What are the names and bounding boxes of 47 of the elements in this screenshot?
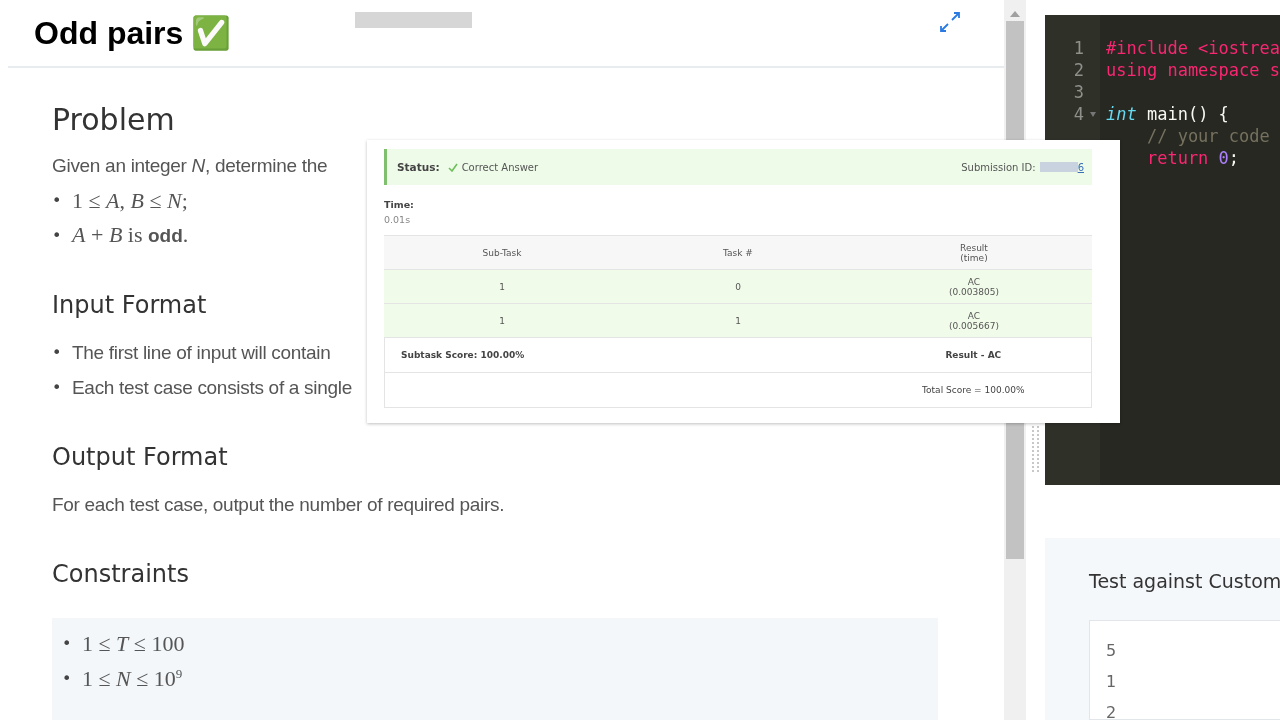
column-header: Task # <box>620 235 856 270</box>
status-text: Correct Answer <box>461 161 539 173</box>
total-score: Total Score = 100.00% <box>922 385 1025 395</box>
table-cell: AC (0.005667) <box>856 303 1092 338</box>
bullet-marker: • <box>62 669 72 688</box>
code-line: int main() { <box>1106 104 1229 124</box>
status-label: Status: <box>397 161 440 173</box>
section-heading: Problem <box>52 102 175 138</box>
bullet-marker: • <box>52 343 62 362</box>
table-cell: 1 <box>384 303 620 338</box>
section-heading: Input Format <box>52 290 207 321</box>
bullet-marker: • <box>62 634 72 653</box>
column-header: Sub-Task <box>384 235 620 270</box>
line-number: 3 <box>1073 82 1084 102</box>
subtask-score: Subtask Score: 100.00% <box>401 350 525 360</box>
submission-label: Submission ID: <box>961 161 1036 173</box>
panel-heading: Test against Custom <box>1089 570 1280 592</box>
list-item: Each test case consists of a single <box>72 375 352 400</box>
time-label: Time: <box>384 199 414 210</box>
list-item: The first line of input will contain <box>72 340 331 365</box>
bullet-marker: • <box>52 226 62 245</box>
table-cell: AC (0.003805) <box>856 269 1092 304</box>
list-item: 1 ≤ N ≤ 10$^{9}$ <box>82 664 183 693</box>
table-cell: 1 <box>384 269 620 304</box>
subtask-result: Result - AC <box>945 350 1002 360</box>
bullet-marker: • <box>52 191 62 210</box>
list-item: 1 ≤ A, B ≤ N; <box>72 186 188 215</box>
code-line: #include <iostrea <box>1106 38 1280 58</box>
problem-title: Odd pairs <box>34 14 184 52</box>
code-line: // your code <box>1145 126 1270 146</box>
bullet-marker: • <box>52 378 62 397</box>
code-line: return 0; <box>1145 148 1240 168</box>
list-item: 1 ≤ T ≤ 100 <box>82 629 185 658</box>
paragraph: For each test case, output the number of required pairs. <box>52 493 505 517</box>
line-number: 2 <box>1073 60 1084 80</box>
paragraph: Given an integer N, determine the <box>52 154 328 178</box>
column-header: Result (time) <box>856 235 1092 270</box>
time-value: 0.01s <box>384 214 411 225</box>
line-number: 1 <box>1073 38 1084 58</box>
section-heading: Output Format <box>52 442 228 473</box>
section-heading: Constraints <box>52 559 189 590</box>
table-cell: 0 <box>620 269 856 304</box>
table-cell: 1 <box>620 303 856 338</box>
code-line: using namespace s <box>1106 60 1280 80</box>
checkmark-emoji: ✅ <box>191 14 232 52</box>
line-number: 4 <box>1073 104 1084 124</box>
list-item: A + B is odd. <box>72 221 189 249</box>
